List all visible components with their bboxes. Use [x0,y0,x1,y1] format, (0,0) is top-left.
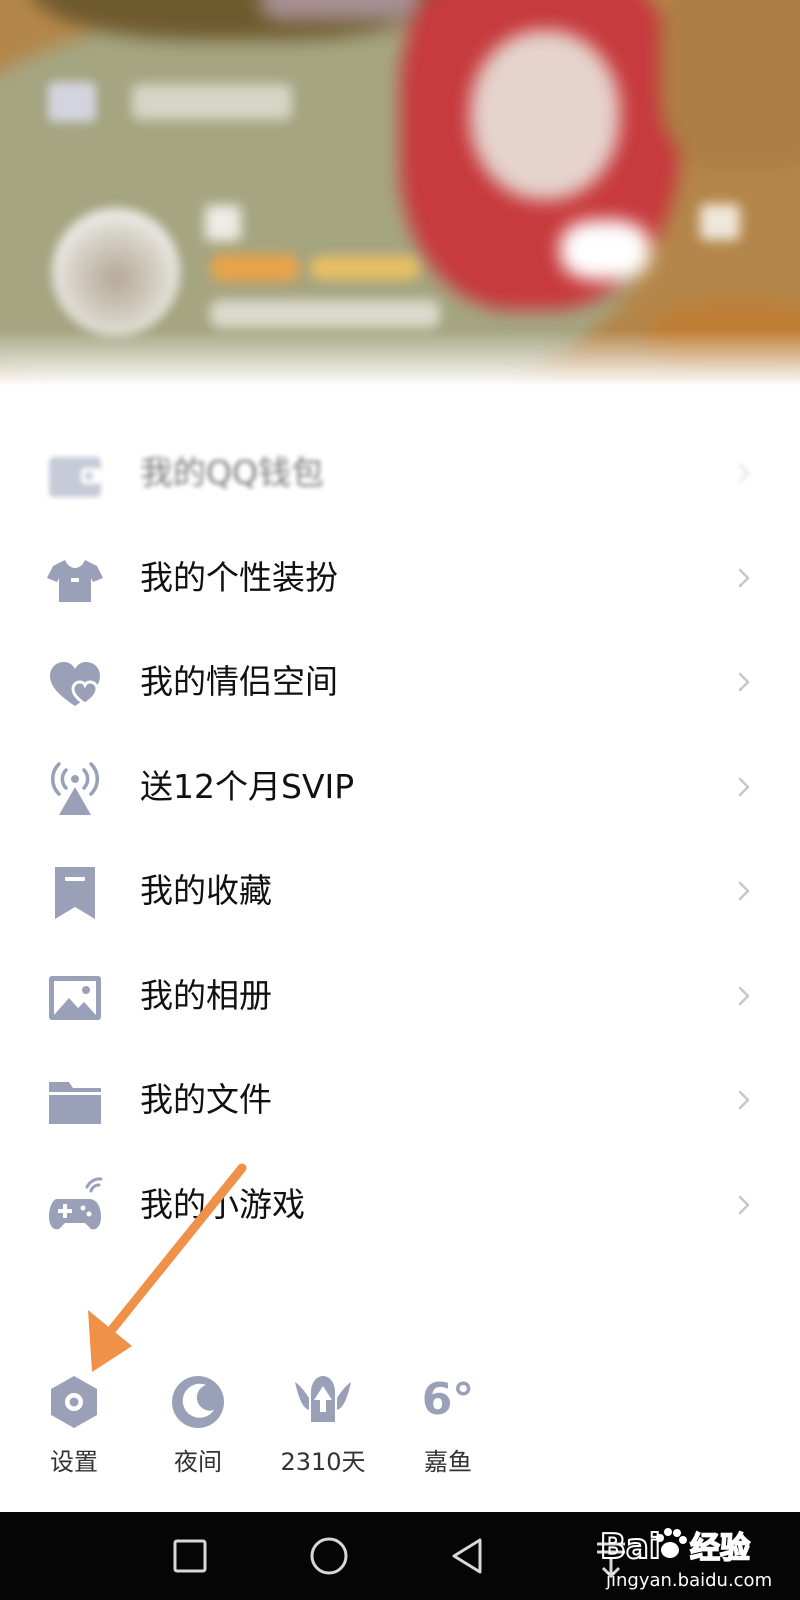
menu-item-mini-games[interactable]: 我的小游戏 [0,1157,800,1262]
weather-widget[interactable]: 6° 嘉鱼 [393,1370,503,1480]
moon-icon [166,1370,230,1434]
baidu-jingyan-watermark: Bai 经验 jingyan.baidu.com [600,1516,800,1596]
nav-recents-button[interactable] [162,1528,218,1584]
screen: 我的QQ钱包 我的个性装扮 我的情侣空间 送12个月SVIP 我的收藏 我的相册… [0,0,800,1600]
menu-item-qq-wallet[interactable]: 我的QQ钱包 [0,425,800,530]
weather-city-label: 嘉鱼 [424,1448,472,1476]
chevron-right-icon [734,668,754,696]
blurred-signature [210,300,440,328]
menu-item-label: 送12个月SVIP [140,766,355,806]
nav-back-button[interactable] [440,1528,496,1584]
sign-in-days-label: 2310天 [280,1448,366,1476]
night-mode-label: 夜间 [174,1448,222,1476]
night-mode-button[interactable]: 夜间 [143,1370,253,1480]
hearts-icon [45,654,105,714]
menu-item-album[interactable]: 我的相册 [0,948,800,1053]
tshirt-icon [45,550,105,610]
chevron-right-icon [734,773,754,801]
folder-icon [45,1072,105,1132]
blurred-nickname [205,205,241,241]
blurred-vip-badge [210,254,300,282]
svg-text:Bai: Bai [600,1527,661,1567]
chevron-right-icon [734,877,754,905]
menu-item-label: 我的QQ钱包 [140,453,324,492]
bookmark-icon [45,863,105,923]
blurred-level-badge [310,256,420,280]
menu-item-svip-gift[interactable]: 送12个月SVIP [0,739,800,844]
winged-badge-icon [291,1370,355,1434]
header-fade [0,330,800,390]
weather-temperature: 6° [421,1374,475,1425]
menu-item-label: 我的情侣空间 [140,662,338,701]
blurred-menu-icon [48,82,96,122]
menu-item-label: 我的小游戏 [140,1184,305,1224]
sign-in-days-button[interactable]: 2310天 [268,1370,378,1480]
chevron-right-icon [734,1086,754,1114]
svg-text:经验: 经验 [690,1531,750,1566]
avatar[interactable] [52,208,180,336]
menu-item-personal-dressup[interactable]: 我的个性装扮 [0,530,800,635]
baidu-jingyan-logo: Bai 经验 [600,1526,751,1568]
menu-item-label: 我的个性装扮 [140,557,338,597]
watermark-url: jingyan.baidu.com [606,1570,773,1591]
triangle-back-icon [452,1538,482,1574]
menu-item-label: 我的相册 [140,975,272,1015]
menu-item-couple-space[interactable]: 我的情侣空间 [0,634,800,739]
profile-header-background [0,0,800,390]
settings-hexagon-icon [42,1370,106,1434]
wallet-icon [45,445,105,505]
menu-item-label: 我的文件 [140,1080,272,1119]
settings-button[interactable]: 设置 [19,1370,129,1480]
settings-label: 设置 [50,1448,98,1476]
blurred-header-text [132,84,292,120]
circle-icon [310,1537,348,1575]
picture-icon [45,968,105,1028]
chevron-right-icon [734,1191,754,1219]
chevron-right-icon [734,564,754,592]
chevron-right-icon [734,982,754,1010]
chevron-right-icon [734,459,754,487]
blurred-qr-icon [700,204,740,240]
nav-home-button[interactable] [301,1528,357,1584]
broadcast-tower-icon [45,759,105,819]
menu-item-label: 我的收藏 [140,871,272,910]
square-icon [173,1539,207,1573]
gamepad-icon [45,1176,105,1237]
menu-item-favorites[interactable]: 我的收藏 [0,843,800,948]
drawer-menu-list: 我的QQ钱包 我的个性装扮 我的情侣空间 送12个月SVIP 我的收藏 我的相册… [0,425,800,1261]
menu-item-files[interactable]: 我的文件 [0,1052,800,1157]
